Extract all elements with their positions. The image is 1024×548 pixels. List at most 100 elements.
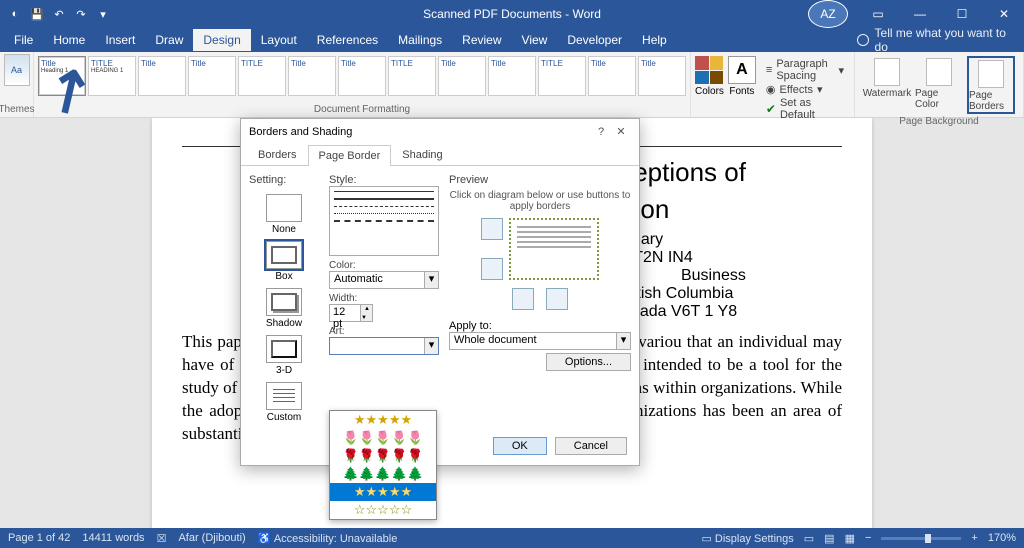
style-thumb[interactable]: Title: [638, 56, 686, 96]
tell-me-text: Tell me what you want to do: [875, 26, 1020, 54]
art-option[interactable]: ☆☆☆☆☆: [330, 501, 436, 519]
art-option[interactable]: 🌷🌷🌷🌷🌷: [330, 429, 436, 447]
border-preview[interactable]: [509, 218, 599, 280]
tab-insert[interactable]: Insert: [95, 29, 145, 51]
cancel-button[interactable]: Cancel: [555, 437, 627, 455]
style-thumb[interactable]: Title: [438, 56, 486, 96]
page-color-button[interactable]: Page Color: [915, 56, 963, 114]
status-page[interactable]: Page 1 of 42: [8, 532, 70, 544]
paragraph-spacing-button[interactable]: ≡ Paragraph Spacing ▾: [766, 58, 844, 82]
status-language[interactable]: Afar (Djibouti): [178, 532, 245, 544]
status-spellcheck-icon[interactable]: ☒: [157, 532, 167, 545]
tab-draw[interactable]: Draw: [145, 29, 193, 51]
tab-help[interactable]: Help: [632, 29, 677, 51]
style-thumb[interactable]: Title: [588, 56, 636, 96]
style-thumb[interactable]: TITLE: [388, 56, 436, 96]
border-right-button[interactable]: [546, 288, 568, 310]
dialog-help-icon[interactable]: ?: [591, 126, 611, 138]
zoom-slider[interactable]: [881, 537, 961, 540]
art-label: Art:: [329, 326, 439, 337]
status-accessibility[interactable]: ♿ Accessibility: Unavailable: [258, 532, 398, 545]
zoom-level[interactable]: 170%: [988, 532, 1016, 544]
maximize-icon[interactable]: ☐: [942, 0, 982, 28]
setting-box[interactable]: Box: [249, 241, 319, 282]
close-icon[interactable]: ✕: [984, 0, 1024, 28]
applyto-label: Apply to:: [449, 320, 492, 332]
setting-label: Setting:: [249, 174, 319, 186]
art-dropdown: ★★★★★ 🌷🌷🌷🌷🌷 🌹🌹🌹🌹🌹 🌲🌲🌲🌲🌲 ★★★★★ ☆☆☆☆☆: [329, 410, 437, 520]
style-list[interactable]: [329, 186, 439, 256]
ribbon: Aa Themes TitleHeading 1 TITLEHEADING 1 …: [0, 52, 1024, 118]
borders-shading-dialog: Borders and Shading ? ✕ Borders Page Bor…: [240, 118, 640, 466]
tab-mailings[interactable]: Mailings: [388, 29, 452, 51]
style-thumb[interactable]: TITLE: [238, 56, 286, 96]
user-avatar[interactable]: AZ: [808, 0, 848, 28]
ok-button[interactable]: OK: [493, 437, 547, 455]
qat-customize-icon[interactable]: ▾: [96, 7, 110, 21]
style-thumb[interactable]: Title: [488, 56, 536, 96]
redo-icon[interactable]: ↷: [74, 7, 88, 21]
page-borders-button[interactable]: Page Borders: [967, 56, 1015, 114]
setting-3d[interactable]: 3-D: [249, 335, 319, 376]
dialog-close-icon[interactable]: ✕: [611, 125, 631, 138]
colors-button[interactable]: [695, 56, 723, 84]
view-web-icon[interactable]: ▦: [845, 532, 855, 545]
style-thumb[interactable]: TITLE: [538, 56, 586, 96]
dialog-tab-page-border[interactable]: Page Border: [308, 145, 392, 166]
undo-icon[interactable]: ↶: [52, 7, 66, 21]
view-print-icon[interactable]: ▤: [824, 532, 834, 545]
art-option[interactable]: ★★★★★: [330, 411, 436, 429]
style-label: Style:: [329, 174, 439, 186]
style-thumb[interactable]: Title: [288, 56, 336, 96]
applyto-combo[interactable]: Whole document▾: [449, 332, 631, 350]
dialog-tab-shading[interactable]: Shading: [391, 144, 453, 165]
status-words[interactable]: 14411 words: [82, 532, 144, 544]
preview-hint: Click on diagram below or use buttons to…: [449, 186, 631, 218]
art-option-selected[interactable]: ★★★★★: [330, 483, 436, 501]
watermark-button[interactable]: Watermark: [863, 56, 911, 114]
themes-label: Themes: [0, 104, 35, 117]
ribbon-tabs: File Home Insert Draw Design Layout Refe…: [0, 28, 1024, 52]
autosave-icon[interactable]: ◐: [8, 7, 22, 21]
tell-me-search[interactable]: Tell me what you want to do: [857, 26, 1020, 54]
setting-shadow[interactable]: Shadow: [249, 288, 319, 329]
dialog-tab-borders[interactable]: Borders: [247, 144, 308, 165]
tab-view[interactable]: View: [512, 29, 558, 51]
width-label: Width:: [329, 293, 439, 304]
width-spinner[interactable]: 12 pt▲▼: [329, 304, 373, 322]
art-option[interactable]: 🌲🌲🌲🌲🌲: [330, 465, 436, 483]
style-gallery[interactable]: TitleHeading 1 TITLEHEADING 1 Title Titl…: [38, 54, 686, 98]
save-icon[interactable]: 💾: [30, 7, 44, 21]
zoom-in-icon[interactable]: +: [971, 532, 977, 544]
color-combo[interactable]: Automatic▾: [329, 271, 439, 289]
themes-button[interactable]: Aa: [4, 54, 30, 86]
minimize-icon[interactable]: ―: [900, 0, 940, 28]
style-thumb[interactable]: Title: [188, 56, 236, 96]
tab-layout[interactable]: Layout: [251, 29, 307, 51]
colors-label: Colors: [695, 86, 724, 97]
style-thumb[interactable]: Title: [338, 56, 386, 96]
tab-references[interactable]: References: [307, 29, 388, 51]
tab-developer[interactable]: Developer: [557, 29, 632, 51]
border-top-button[interactable]: [481, 218, 503, 240]
view-read-icon[interactable]: ▭: [804, 532, 814, 545]
options-button[interactable]: Options...: [546, 353, 631, 371]
tab-review[interactable]: Review: [452, 29, 511, 51]
border-bottom-button[interactable]: [481, 258, 503, 280]
setting-custom[interactable]: Custom: [249, 382, 319, 423]
effects-button[interactable]: ◉ Effects ▾: [766, 83, 844, 96]
display-settings[interactable]: ▭ Display Settings: [701, 532, 793, 545]
tab-design[interactable]: Design: [193, 29, 250, 51]
border-left-button[interactable]: [512, 288, 534, 310]
setting-none[interactable]: None: [249, 194, 319, 235]
lightbulb-icon: [857, 34, 869, 46]
zoom-out-icon[interactable]: −: [865, 532, 871, 544]
window-title: Scanned PDF Documents - Word: [423, 7, 601, 21]
art-option[interactable]: 🌹🌹🌹🌹🌹: [330, 447, 436, 465]
fonts-button[interactable]: A: [728, 56, 756, 84]
style-thumb[interactable]: Title: [138, 56, 186, 96]
docfmt-label: Document Formatting: [38, 104, 686, 117]
art-combo[interactable]: ▾: [329, 337, 439, 355]
tab-file[interactable]: File: [4, 29, 43, 51]
ribbon-options-icon[interactable]: ▭: [858, 0, 898, 28]
